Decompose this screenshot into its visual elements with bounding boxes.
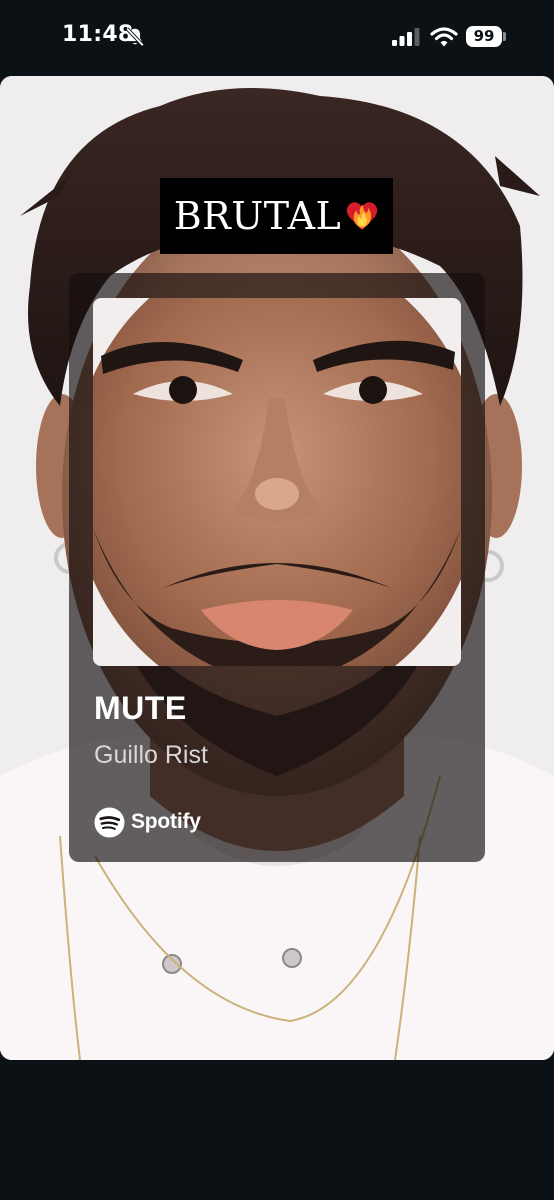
status-bar: 11:48 99 bbox=[0, 0, 554, 76]
caption-text: BRUTAL bbox=[173, 194, 342, 238]
cellular-signal-icon bbox=[392, 28, 420, 46]
battery-tip bbox=[503, 32, 506, 41]
battery-indicator: 99 bbox=[466, 26, 502, 47]
status-time: 11:48 bbox=[62, 22, 134, 47]
spotify-attribution[interactable]: Spotify bbox=[94, 806, 201, 838]
wifi-icon bbox=[430, 27, 458, 47]
song-title: MUTE bbox=[94, 690, 187, 726]
story-caption[interactable]: BRUTAL bbox=[160, 178, 393, 254]
album-cover bbox=[93, 298, 461, 666]
spotify-logo-icon bbox=[94, 806, 125, 838]
bell-slash-icon bbox=[125, 27, 145, 47]
heart-on-fire-icon bbox=[347, 202, 378, 231]
story-view[interactable]: BRUTAL MUTE Guillo Rist Spotify bbox=[0, 76, 554, 1060]
music-sticker-card[interactable]: MUTE Guillo Rist Spotify bbox=[69, 273, 485, 862]
artist-name: Guillo Rist bbox=[94, 741, 208, 769]
spotify-label: Spotify bbox=[131, 810, 201, 833]
